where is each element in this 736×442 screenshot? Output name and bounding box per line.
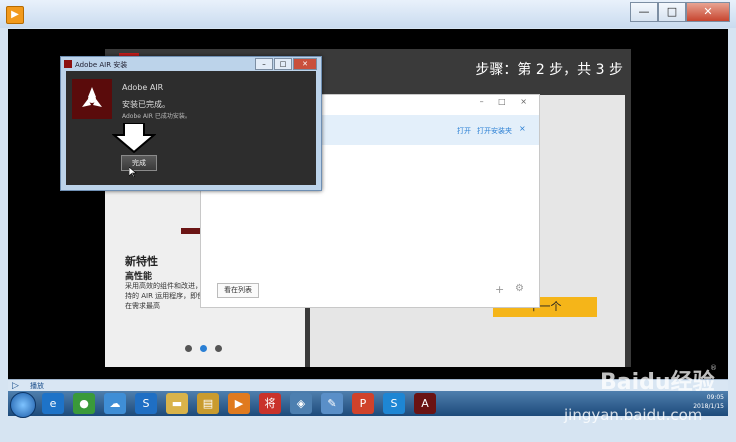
air-close-button[interactable]: ✕ [293,58,317,70]
slide-pager [185,345,222,352]
close-button[interactable]: ✕ [686,2,730,22]
arrow-down-icon [112,123,156,153]
start-button[interactable] [10,392,36,418]
cloud-icon[interactable]: ☁ [104,393,126,414]
air-restore-button[interactable]: □ [274,58,292,70]
ie-icon[interactable]: e [42,393,64,414]
player-app-icon: ▶ [6,6,24,24]
air-dialog-body: Adobe AIR 安装已完成。 Adobe AIR 已成功安装。 完成 [66,71,316,185]
open-link[interactable]: 打开 [457,126,471,136]
adobe-air-dialog: Adobe AIR 安装 – □ ✕ Adobe AIR 安装已完成。 Adob… [60,56,322,191]
install-window-controls[interactable]: – □ × [480,97,533,106]
dismiss-icon[interactable]: × [519,124,526,133]
player-titlebar[interactable]: ▶ — □ ✕ [0,0,736,28]
red-mark [181,228,201,234]
air-dialog-title: Adobe AIR 安装 [75,61,128,69]
mouse-cursor-icon [129,167,137,177]
media-icon[interactable]: ▶ [228,393,250,414]
adobe-air-icon[interactable]: A [414,393,436,414]
paint-icon[interactable]: ✎ [321,393,343,414]
plus-icon[interactable]: + [495,283,504,296]
taskbar-icons: e ● ☁ S ▬ ▤ ▶ 将 ◈ ✎ P S A [42,393,436,414]
play-icon[interactable]: ▷ [12,381,19,391]
step-label: 步骤：第 2 步，共 3 步 [475,62,623,78]
player-status-text: 播放 [30,382,44,390]
pager-dot-active[interactable] [200,345,207,352]
finish-button[interactable]: 完成 [121,155,157,171]
watermark-url: jingyan.baidu.com [564,406,703,424]
pager-dot[interactable] [215,345,222,352]
baidu-watermark: Baidu经验 ® jingyan.baidu.com [560,358,730,428]
p-app-icon[interactable]: P [352,393,374,414]
player-window: ▶ — □ ✕ 步骤：第 2 步，共 3 步 新特性 高性能 采用高效的组件和改… [0,0,736,442]
pager-dot[interactable] [185,345,192,352]
feature-title: 新特性 [125,255,158,268]
view-list-button[interactable]: 看在列表 [217,283,259,298]
minimize-button[interactable]: — [630,2,658,22]
adobe-air-title-icon [64,60,72,68]
chrome-icon[interactable]: ● [73,393,95,414]
restore-button[interactable]: □ [658,2,686,22]
air-installed-text: Adobe AIR 已成功安装。 [122,113,191,120]
sogou-icon[interactable]: S [135,393,157,414]
video-area[interactable]: 步骤：第 2 步，共 3 步 新特性 高性能 采用高效的组件和改进，支持的 AI… [8,29,728,379]
air-minimize-button[interactable]: – [255,58,273,70]
watermark-brand: Baidu经验 [600,370,715,395]
adobe-air-logo-icon [72,79,112,119]
watermark-reg: ® [710,364,717,372]
app-red-icon[interactable]: 将 [259,393,281,414]
network-icon[interactable]: ◈ [290,393,312,414]
air-product-name: Adobe AIR [122,83,164,92]
folder-icon[interactable]: ▬ [166,393,188,414]
player-window-controls: — □ ✕ [630,2,730,22]
skype-icon[interactable]: S [383,393,405,414]
air-status-text: 安装已完成。 [122,100,170,109]
open-folder-link[interactable]: 打开安装夹 [477,126,512,136]
explorer-icon[interactable]: ▤ [197,393,219,414]
gear-icon[interactable]: ⚙ [515,283,524,294]
air-window-controls: – □ ✕ [255,58,317,70]
